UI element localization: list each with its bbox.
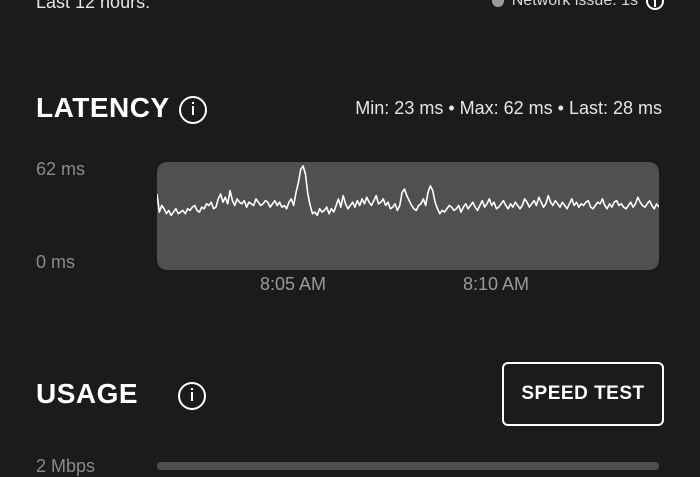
- latency-info-icon[interactable]: [179, 96, 207, 124]
- network-issue-status: Network issue: 1s: [491, 0, 664, 10]
- latency-y-min-label: 0 ms: [36, 252, 76, 272]
- usage-title: USAGE: [36, 378, 139, 409]
- latency-chart-svg: [157, 165, 659, 217]
- latency-series-line: [157, 165, 659, 217]
- time-range-label: Last 12 hours:: [36, 0, 151, 12]
- info-icon[interactable]: [646, 0, 664, 10]
- status-dot-icon: [491, 0, 504, 7]
- usage-info-icon[interactable]: [178, 382, 207, 410]
- latency-y-max-label: 62 ms: [36, 159, 86, 179]
- usage-y-max-label: 2 Mbps: [36, 456, 96, 476]
- latency-x-tick-810: 8:10 AM: [463, 274, 530, 294]
- latency-title: LATENCY: [36, 92, 170, 123]
- latency-stats: Min: 23 ms • Max: 62 ms • Last: 28 ms: [355, 98, 662, 118]
- speed-test-button[interactable]: SPEED TEST: [502, 362, 664, 426]
- latency-x-tick-805: 8:05 AM: [260, 274, 327, 294]
- network-issue-text: Network issue: 1s: [511, 0, 638, 9]
- usage-chart: [157, 462, 659, 470]
- latency-chart: [157, 162, 659, 270]
